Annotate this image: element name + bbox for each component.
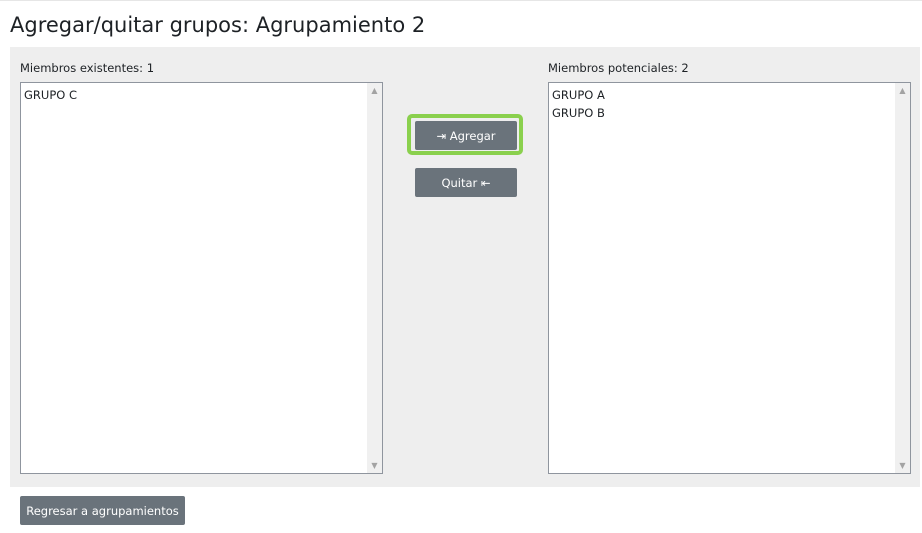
existing-members-list[interactable]: GRUPO C ▲ ▼ — [20, 82, 383, 474]
potential-scrollbar[interactable]: ▲ ▼ — [895, 83, 910, 473]
existing-members-label: Miembros existentes: 1 — [20, 61, 155, 75]
back-to-groupings-button[interactable]: Regresar a agrupamientos — [20, 496, 185, 525]
chevron-down-icon[interactable]: ▼ — [367, 458, 382, 473]
page-title: Agregar/quitar grupos: Agrupamiento 2 — [10, 13, 426, 37]
top-divider — [0, 0, 922, 1]
add-button[interactable]: ⇥ Agregar — [415, 121, 517, 150]
chevron-down-icon[interactable]: ▼ — [895, 458, 910, 473]
remove-button[interactable]: Quitar ⇤ — [415, 168, 517, 197]
chevron-up-icon[interactable]: ▲ — [895, 83, 910, 98]
chevron-up-icon[interactable]: ▲ — [367, 83, 382, 98]
potential-members-label: Miembros potenciales: 2 — [548, 61, 689, 75]
existing-option-grupo-c[interactable]: GRUPO C — [24, 86, 77, 104]
existing-scrollbar[interactable]: ▲ ▼ — [367, 83, 382, 473]
potential-option-grupo-a[interactable]: GRUPO A — [552, 86, 605, 104]
potential-option-grupo-b[interactable]: GRUPO B — [552, 104, 605, 122]
potential-members-list[interactable]: GRUPO A GRUPO B ▲ ▼ — [548, 82, 911, 474]
